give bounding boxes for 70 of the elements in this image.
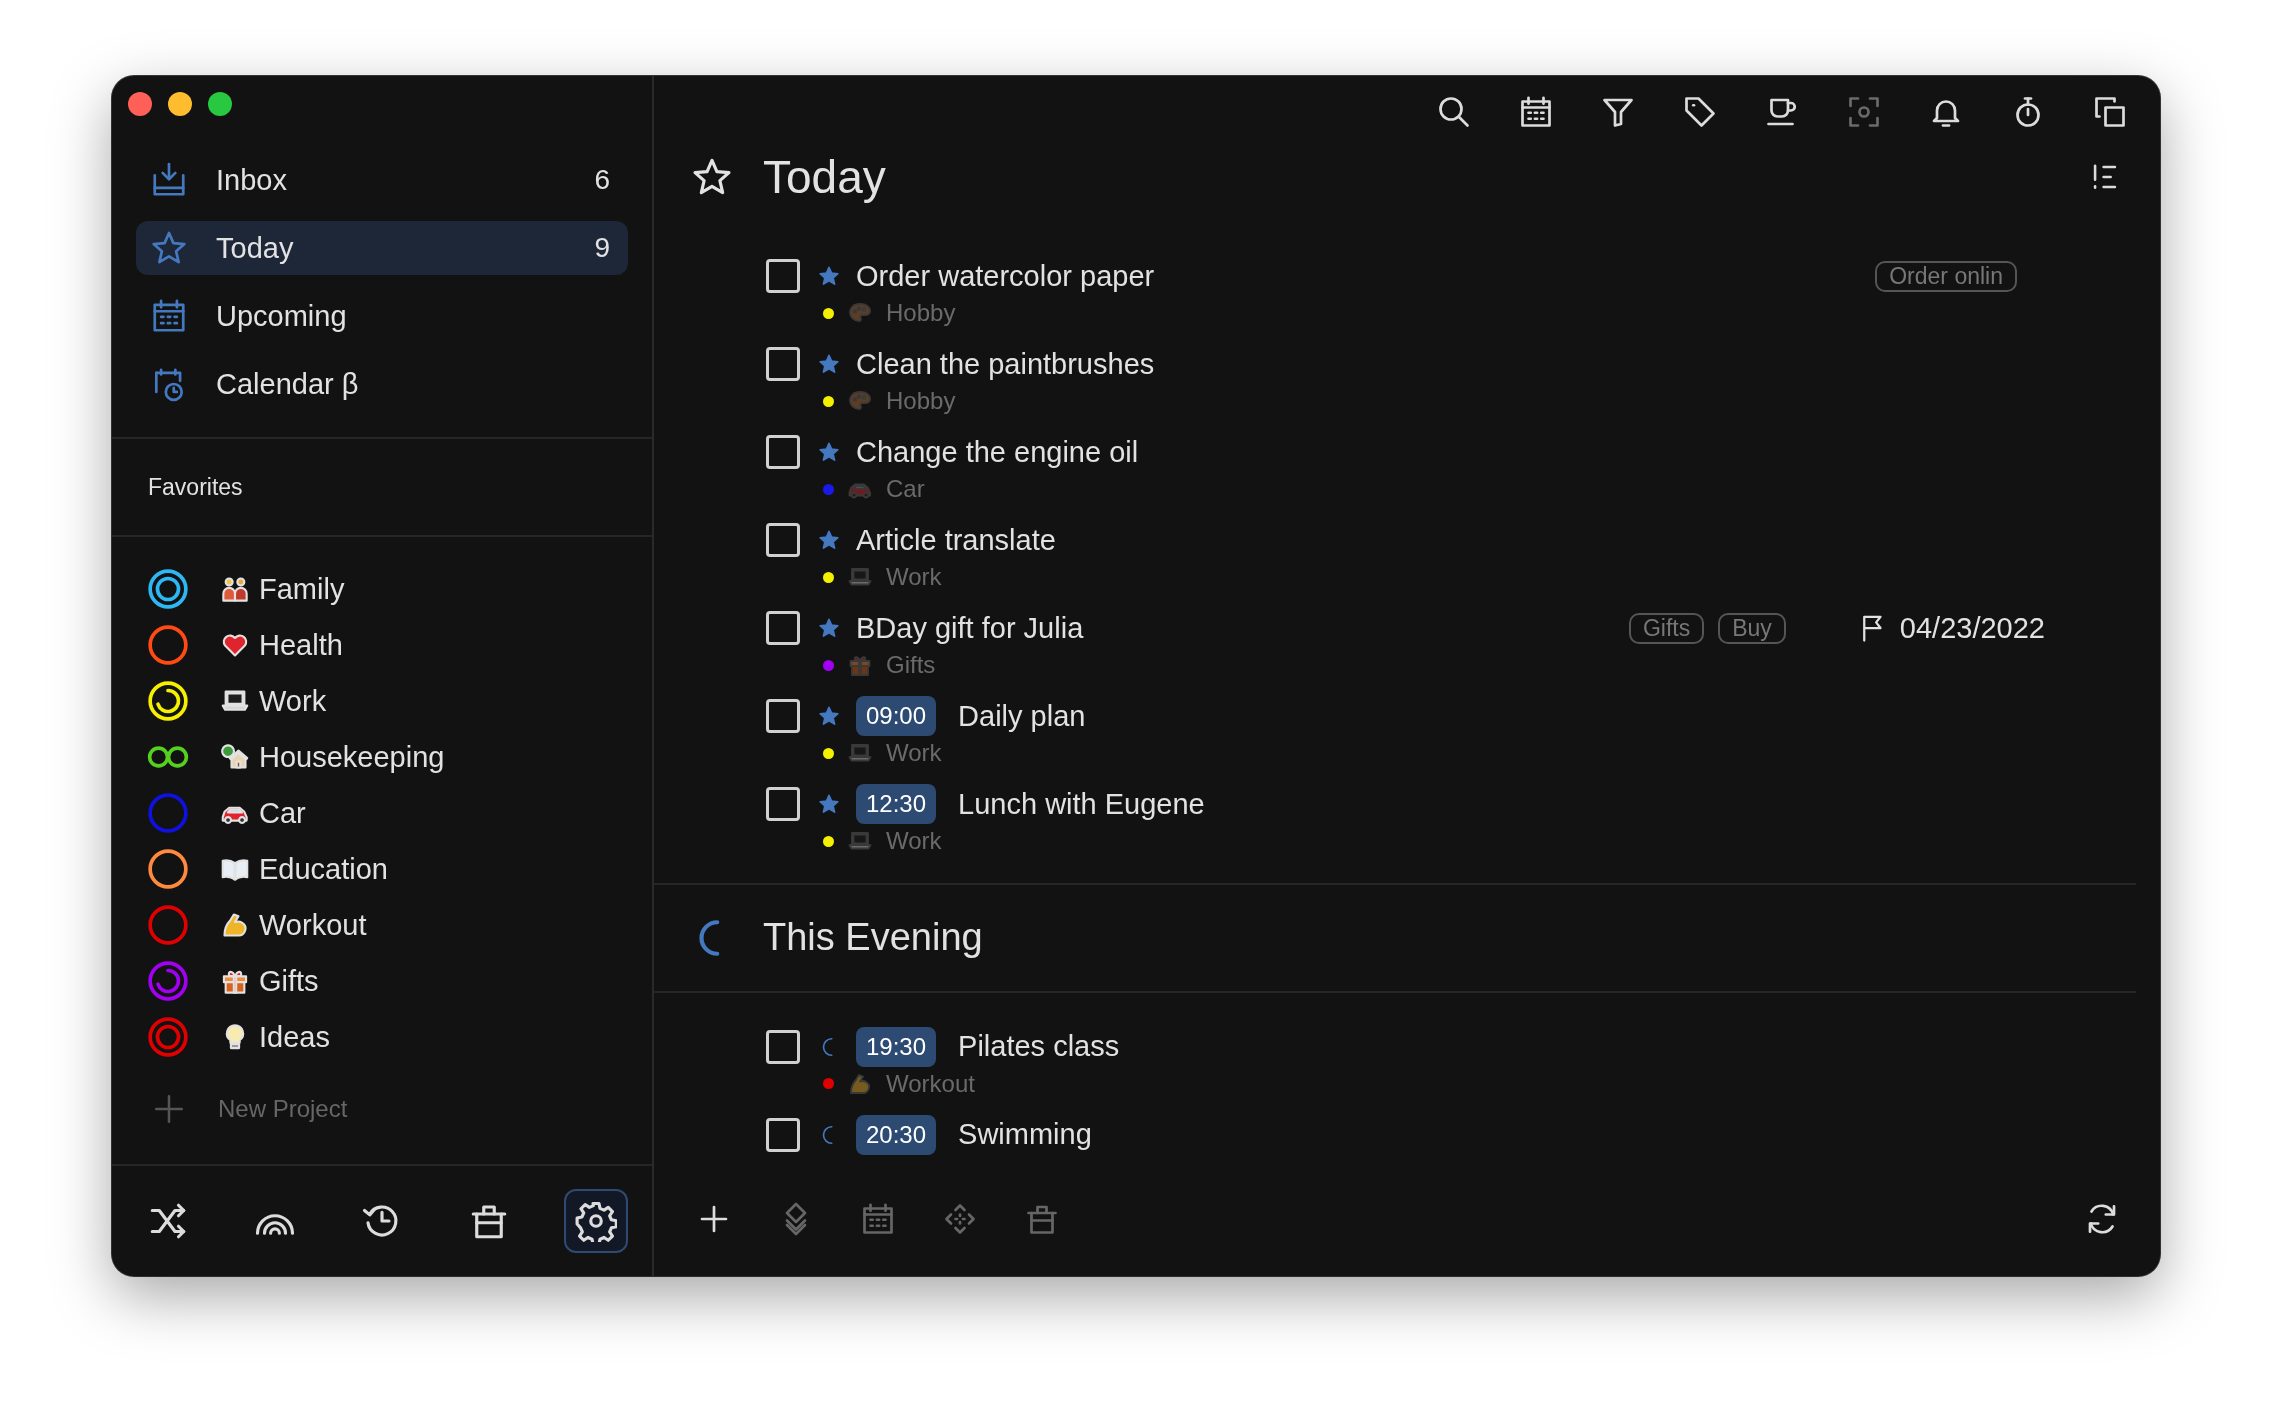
checkbox[interactable]: [766, 435, 800, 470]
tag[interactable]: Buy: [1718, 612, 1786, 644]
checkbox[interactable]: [766, 699, 800, 734]
task-title[interactable]: BDay gift for Julia: [856, 611, 1084, 645]
inbox-icon: [150, 161, 188, 199]
checkbox[interactable]: [766, 259, 800, 294]
project-name[interactable]: Gifts: [259, 964, 319, 998]
checkbox[interactable]: [766, 1117, 800, 1152]
due-date: 04/23/2022: [1899, 611, 2045, 645]
star-icon: [818, 705, 840, 728]
checkbox[interactable]: [766, 1029, 800, 1064]
star-icon: [818, 793, 840, 816]
item-count: 6: [594, 164, 610, 196]
project-name: Work: [886, 827, 942, 856]
toolbar-button[interactable]: [564, 1189, 628, 1253]
calendar-icon: [150, 297, 188, 335]
project-name[interactable]: Ideas: [259, 1020, 330, 1054]
time-badge: 12:30: [856, 784, 937, 825]
task-title[interactable]: Clean the paintbrushes: [856, 347, 1155, 381]
calendar-icon[interactable]: [1518, 93, 1554, 130]
checkbox[interactable]: [766, 787, 800, 822]
project-name[interactable]: Workout: [259, 908, 367, 942]
checkbox[interactable]: [766, 611, 800, 646]
section-title: Today: [763, 150, 886, 205]
project-name: Work: [886, 563, 942, 592]
checkbox[interactable]: [766, 347, 800, 382]
time-badge: 19:30: [856, 1026, 937, 1067]
star-icon: [818, 617, 840, 640]
tag[interactable]: Order onlin: [1875, 260, 2017, 292]
gift-icon: [848, 653, 872, 678]
time-badge: 09:00: [856, 696, 937, 737]
task-title[interactable]: Lunch with Eugene: [958, 787, 1205, 821]
sidebar-item[interactable]: Calendar β: [136, 357, 628, 411]
sidebar-item[interactable]: Inbox 6: [136, 153, 628, 207]
star-icon: [818, 529, 840, 552]
close-button[interactable]: [128, 92, 152, 116]
time-badge: 20:30: [856, 1114, 937, 1155]
project-name: Gifts: [886, 651, 936, 680]
star-icon: [818, 353, 840, 376]
project-name[interactable]: Housekeeping: [259, 740, 445, 774]
checkbox[interactable]: [766, 523, 800, 558]
task-title[interactable]: Order watercolor paper: [856, 259, 1155, 293]
project-name: Hobby: [886, 387, 956, 416]
project-name: Car: [886, 475, 925, 504]
sidebar-item[interactable]: Today 9: [136, 221, 628, 275]
project-name[interactable]: Work: [259, 684, 327, 718]
star-icon: [818, 441, 840, 464]
tag[interactable]: Gifts: [1628, 612, 1705, 644]
item-count: 9: [594, 232, 610, 264]
project-name[interactable]: Education: [259, 852, 388, 886]
star-icon: [818, 265, 840, 288]
project-name: Hobby: [886, 299, 956, 328]
house-icon: [221, 743, 249, 771]
people-icon: [221, 575, 249, 603]
zoom-button[interactable]: [208, 92, 232, 116]
task-title[interactable]: Swimming: [958, 1118, 1092, 1152]
project-name: Workout: [886, 1069, 975, 1098]
task-title[interactable]: Pilates class: [958, 1030, 1120, 1064]
settings-icon: [575, 1200, 617, 1242]
task-title[interactable]: Article translate: [856, 523, 1056, 557]
sidebar-item[interactable]: Upcoming: [136, 289, 628, 343]
section-heading: Favorites: [148, 473, 243, 501]
minimize-button[interactable]: [168, 92, 192, 116]
task-title[interactable]: Change the engine oil: [856, 435, 1139, 469]
project-name: Work: [886, 739, 942, 768]
project-name[interactable]: Car: [259, 796, 306, 830]
project-name[interactable]: Health: [259, 628, 343, 662]
project-name[interactable]: Family: [259, 572, 345, 606]
task-title[interactable]: Daily plan: [958, 699, 1086, 733]
section-title: This Evening: [763, 916, 983, 960]
